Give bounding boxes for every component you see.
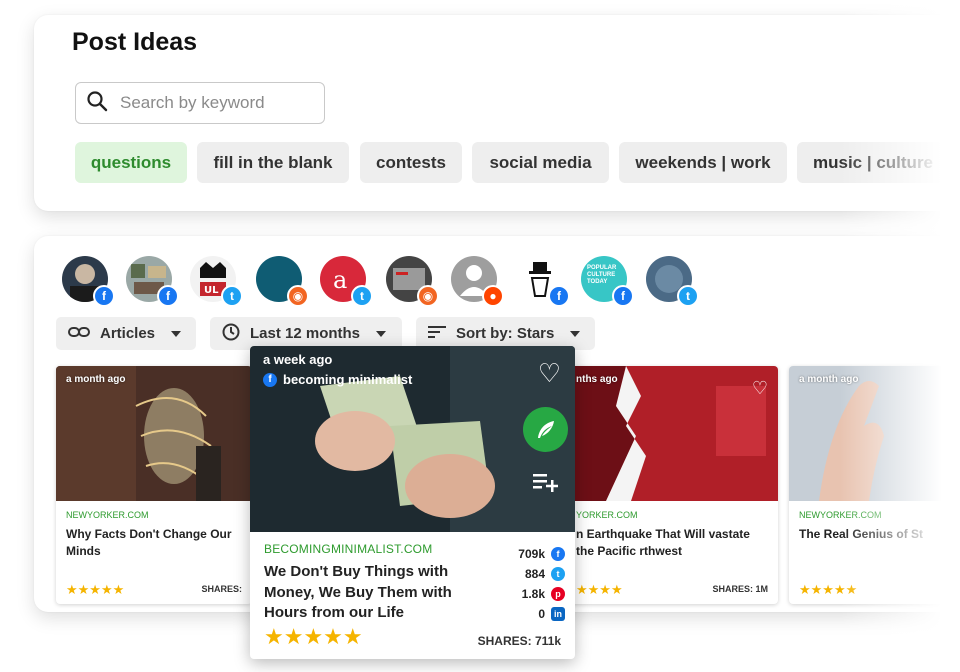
stat-value: 1.8k bbox=[521, 587, 545, 601]
rss-icon: ◉ bbox=[417, 285, 439, 307]
sort-label: Sort by: Stars bbox=[456, 325, 555, 342]
clock-icon bbox=[222, 323, 240, 345]
featured-card-shares: SHARES: 711k bbox=[477, 634, 561, 648]
card-source[interactable]: YORKER.COM bbox=[576, 510, 638, 520]
featured-content-card[interactable]: a week ago f becoming minimalist ♡ BECOM… bbox=[250, 346, 575, 659]
chip-fill-in-the-blank[interactable]: fill in the blank bbox=[197, 142, 349, 183]
card-age: a month ago bbox=[66, 374, 126, 385]
pinterest-icon: p bbox=[551, 587, 565, 601]
card-age: a month ago bbox=[799, 374, 859, 385]
compose-post-button[interactable] bbox=[523, 407, 568, 452]
card-headline[interactable]: n Earthquake That Will vastate the Pacif… bbox=[576, 526, 752, 560]
stat-facebook: 709k f bbox=[518, 547, 565, 561]
source-avatar[interactable]: f bbox=[126, 256, 179, 307]
facebook-icon: f bbox=[93, 285, 115, 307]
facebook-icon: f bbox=[548, 285, 570, 307]
page-title: Post Ideas bbox=[72, 28, 198, 56]
card-image bbox=[566, 366, 778, 501]
search-icon bbox=[86, 90, 108, 117]
search-field[interactable] bbox=[75, 82, 325, 124]
source-avatar[interactable]: ● bbox=[451, 256, 504, 307]
chip-questions[interactable]: questions bbox=[75, 142, 187, 183]
chip-weekends-work[interactable]: weekends | work bbox=[619, 142, 787, 183]
featured-card-age: a week ago bbox=[263, 352, 333, 367]
rss-icon: ◉ bbox=[287, 285, 309, 307]
heart-icon[interactable]: ♡ bbox=[752, 378, 768, 399]
chevron-down-icon bbox=[570, 330, 581, 337]
featured-card-rating: ★★★★★ bbox=[264, 624, 363, 649]
source-avatar[interactable]: UL t bbox=[190, 256, 243, 307]
source-avatar[interactable]: f bbox=[517, 256, 570, 307]
type-filter-dropdown[interactable]: Articles bbox=[56, 317, 196, 350]
stat-pinterest: 1.8k p bbox=[522, 587, 565, 601]
card-rating: ★★★★★ bbox=[66, 582, 125, 597]
twitter-icon: t bbox=[677, 285, 699, 307]
card-shares: SHARES: bbox=[201, 584, 242, 594]
type-filter-label: Articles bbox=[100, 325, 156, 342]
chevron-down-icon bbox=[171, 330, 182, 337]
source-avatar[interactable]: ◉ bbox=[386, 256, 439, 307]
chevron-down-icon bbox=[376, 330, 387, 337]
stat-value: 709k bbox=[518, 547, 545, 561]
reddit-icon: ● bbox=[482, 285, 504, 307]
stat-twitter: 884 t bbox=[525, 567, 565, 581]
card-rating: ★★★★ bbox=[576, 582, 623, 597]
svg-text:a: a bbox=[333, 266, 347, 294]
heart-icon[interactable]: ♡ bbox=[538, 358, 561, 389]
sort-icon bbox=[428, 325, 446, 343]
featured-card-author-name: becoming minimalist bbox=[283, 372, 413, 387]
card-image bbox=[789, 366, 960, 501]
facebook-icon: f bbox=[551, 547, 565, 561]
featured-card-source[interactable]: BECOMINGMINIMALIST.COM bbox=[264, 542, 432, 556]
content-card[interactable]: a month ago NEWYORKER.COM Why Facts Don'… bbox=[56, 366, 252, 604]
card-source[interactable]: NEWYORKER.COM bbox=[66, 510, 149, 520]
linkedin-icon: in bbox=[551, 607, 565, 621]
source-avatar[interactable]: t bbox=[646, 256, 699, 307]
card-rating: ★★★★★ bbox=[799, 582, 858, 597]
chip-social-media[interactable]: social media bbox=[472, 142, 609, 183]
stat-value: 0 bbox=[538, 607, 545, 621]
card-headline[interactable]: The Real Genius of St bbox=[799, 526, 960, 543]
source-avatar[interactable]: ◉ bbox=[256, 256, 309, 307]
card-headline[interactable]: Why Facts Don't Change Our Minds bbox=[66, 526, 242, 560]
link-icon bbox=[68, 325, 90, 342]
playlist-add-icon bbox=[533, 474, 558, 492]
source-avatar[interactable]: a t bbox=[320, 256, 373, 307]
facebook-icon: f bbox=[263, 372, 277, 387]
add-to-queue-button[interactable] bbox=[533, 472, 559, 499]
quill-icon bbox=[537, 420, 554, 438]
source-avatar[interactable]: f bbox=[62, 256, 115, 307]
chip-music-culture[interactable]: music | culture bbox=[797, 142, 947, 183]
chip-contests[interactable]: contests bbox=[360, 142, 462, 183]
stat-linkedin: 0 in bbox=[538, 607, 565, 621]
featured-card-author[interactable]: f becoming minimalist bbox=[263, 372, 412, 387]
stat-value: 884 bbox=[524, 567, 545, 581]
content-card[interactable]: a month ago NEWYORKER.COM The Real Geniu… bbox=[789, 366, 960, 604]
twitter-icon: t bbox=[551, 567, 565, 581]
twitter-icon: t bbox=[351, 285, 373, 307]
content-card[interactable]: nths ago ♡ YORKER.COM n Earthquake That … bbox=[566, 366, 778, 604]
source-avatar-text: POPULAR CULTURE TODAY bbox=[587, 265, 617, 285]
twitter-icon: t bbox=[221, 285, 243, 307]
card-source[interactable]: NEWYORKER.COM bbox=[799, 510, 882, 520]
facebook-icon: f bbox=[157, 285, 179, 307]
card-age: nths ago bbox=[576, 374, 618, 385]
time-filter-label: Last 12 months bbox=[250, 325, 361, 342]
featured-card-headline[interactable]: We Don't Buy Things with Money, We Buy T… bbox=[264, 562, 489, 624]
search-input[interactable] bbox=[120, 93, 310, 113]
card-shares: SHARES: 1M bbox=[712, 584, 768, 594]
facebook-icon: f bbox=[612, 285, 634, 307]
card-image bbox=[56, 366, 252, 501]
svg-text:UL: UL bbox=[204, 285, 219, 296]
